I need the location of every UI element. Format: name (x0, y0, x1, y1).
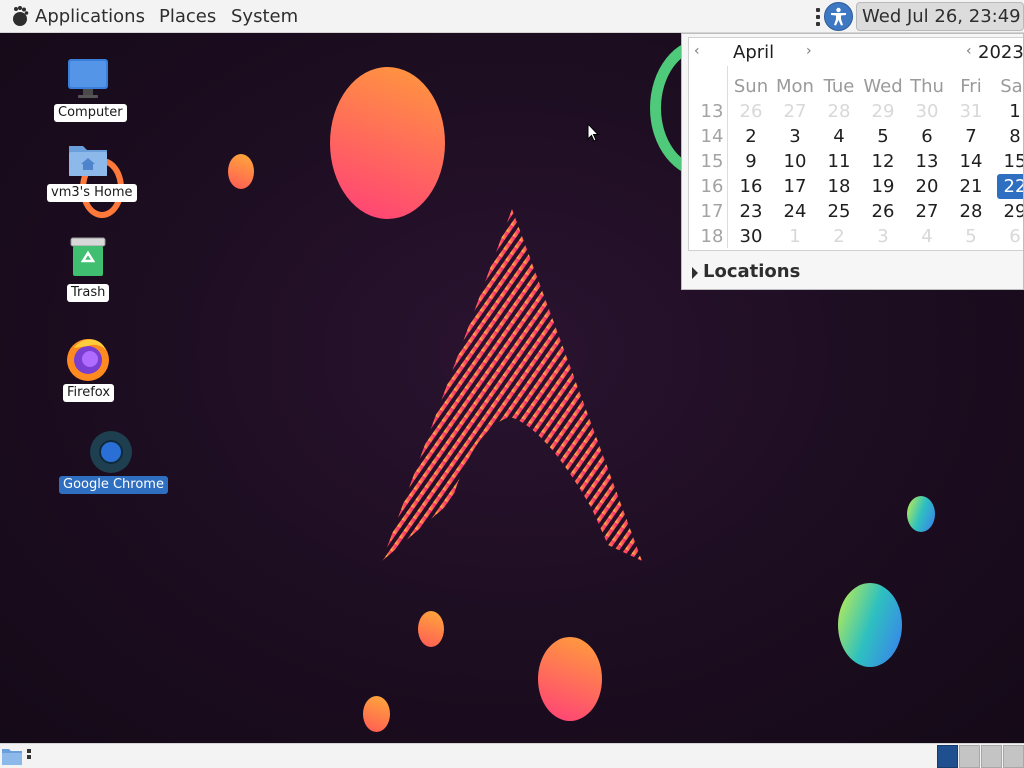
week-number: 18 (700, 226, 724, 247)
desktop-icon-label: Google Chrome (59, 476, 168, 494)
calendar-day[interactable]: 30 (730, 224, 772, 249)
home-folder-icon (69, 146, 107, 176)
locations-expander[interactable]: Locations (703, 261, 800, 282)
calendar-day[interactable]: 1 (994, 99, 1023, 124)
desktop-icon-firefox[interactable]: Firefox (40, 334, 136, 402)
calendar-grid: ‹ April › ‹ 2023 SunMonTueWedThuFriSat13… (688, 37, 1024, 251)
panel-drag-handle[interactable] (816, 8, 820, 26)
desktop-icon-label: Computer (54, 104, 127, 122)
prev-year-button[interactable]: ‹ (966, 43, 972, 59)
trash-icon (70, 237, 106, 276)
month-label: April (733, 42, 775, 63)
chrome-icon (90, 431, 132, 473)
calendar-day[interactable]: 30 (906, 99, 948, 124)
calendar-day[interactable]: 5 (862, 124, 904, 149)
accessibility-icon[interactable] (824, 2, 853, 31)
calendar-day[interactable]: 20 (906, 174, 948, 199)
calendar-day[interactable]: 9 (730, 149, 772, 174)
week-number: 13 (700, 101, 724, 122)
weekday-header: Sat (1000, 76, 1023, 97)
workspace-3[interactable] (981, 745, 1002, 768)
weekday-header: Thu (910, 76, 944, 97)
weekday-header: Sun (733, 76, 769, 97)
calendar-day[interactable]: 23 (730, 199, 772, 224)
calendar-day[interactable]: 12 (862, 149, 904, 174)
week-number: 14 (700, 126, 724, 147)
calendar-day[interactable]: 11 (818, 149, 860, 174)
calendar-day[interactable]: 18 (818, 174, 860, 199)
desktop-icon-google-chrome[interactable]: Google Chrome (56, 430, 168, 496)
calendar-day[interactable]: 4 (906, 224, 948, 249)
calendar-day[interactable]: 26 (730, 99, 772, 124)
workspace-4[interactable] (1003, 745, 1024, 768)
week-number: 15 (700, 151, 724, 172)
bottom-panel (0, 743, 1024, 768)
calendar-day[interactable]: 28 (950, 199, 992, 224)
week-number: 16 (700, 176, 724, 197)
calendar-day[interactable]: 10 (774, 149, 816, 174)
calendar-day[interactable]: 3 (862, 224, 904, 249)
calendar-day[interactable]: 14 (950, 149, 992, 174)
workspace-1[interactable] (937, 745, 958, 768)
calendar-day[interactable]: 17 (774, 174, 816, 199)
top-panel: Applications Places System Wed Jul 26, 2… (0, 0, 1024, 33)
week-number: 17 (700, 201, 724, 222)
calendar-day[interactable]: 29 (994, 199, 1023, 224)
firefox-icon (67, 339, 109, 381)
calendar-day[interactable]: 15 (994, 149, 1023, 174)
calendar-day[interactable]: 2 (730, 124, 772, 149)
calendar-day[interactable]: 5 (950, 224, 992, 249)
calendar-day[interactable]: 6 (906, 124, 948, 149)
calendar-day[interactable]: 7 (950, 124, 992, 149)
show-desktop-icon[interactable] (1, 746, 23, 766)
menu-places[interactable]: Places (159, 0, 216, 33)
desktop-icon-trash[interactable]: Trash (40, 236, 136, 302)
weekday-header: Wed (863, 76, 903, 97)
calendar-day[interactable]: 3 (774, 124, 816, 149)
calendar-day[interactable]: 25 (818, 199, 860, 224)
calendar-day[interactable]: 26 (862, 199, 904, 224)
calendar-day[interactable]: 27 (906, 199, 948, 224)
weekday-header: Tue (823, 76, 855, 97)
calendar-day[interactable]: 24 (774, 199, 816, 224)
calendar-day[interactable]: 13 (906, 149, 948, 174)
calendar-day[interactable]: 28 (818, 99, 860, 124)
calendar-day[interactable]: 27 (774, 99, 816, 124)
calendar-day[interactable]: 21 (950, 174, 992, 199)
desktop-icon-label: vm3's Home (47, 184, 137, 202)
weekday-header: Fri (960, 76, 982, 97)
calendar-day[interactable]: 8 (994, 124, 1023, 149)
calendar-day[interactable]: 1 (774, 224, 816, 249)
menu-applications[interactable]: Applications (35, 0, 145, 33)
calendar-day[interactable]: 19 (862, 174, 904, 199)
calendar-day[interactable]: 22 (997, 174, 1023, 199)
calendar-day[interactable]: 2 (818, 224, 860, 249)
mouse-cursor-icon (587, 123, 600, 142)
desktop-icon-label: Trash (67, 284, 110, 302)
workspace-2[interactable] (959, 745, 980, 768)
calendar-day[interactable]: 31 (950, 99, 992, 124)
desktop-icon-computer[interactable]: Computer (40, 57, 136, 123)
computer-icon (68, 59, 108, 98)
year-label: 2023 (978, 42, 1024, 63)
expander-arrow-icon[interactable] (692, 267, 698, 279)
week-number-divider (727, 66, 728, 248)
panel-drag-handle[interactable] (27, 749, 31, 759)
calendar-day[interactable]: 6 (994, 224, 1023, 249)
gnome-foot-icon[interactable] (8, 5, 30, 27)
desktop-icon-label: Firefox (63, 384, 115, 402)
weekday-header: Mon (776, 76, 814, 97)
desktop-icon-home[interactable]: vm3's Home (40, 138, 137, 204)
calendar-day[interactable]: 29 (862, 99, 904, 124)
clock-button[interactable]: Wed Jul 26, 23:49 (856, 2, 1024, 31)
calendar-popup: ‹ April › ‹ 2023 SunMonTueWedThuFriSat13… (681, 33, 1024, 290)
prev-month-button[interactable]: ‹ (694, 43, 700, 59)
menu-system[interactable]: System (231, 0, 298, 33)
calendar-day[interactable]: 4 (818, 124, 860, 149)
next-month-button[interactable]: › (806, 43, 812, 59)
calendar-day[interactable]: 16 (730, 174, 772, 199)
